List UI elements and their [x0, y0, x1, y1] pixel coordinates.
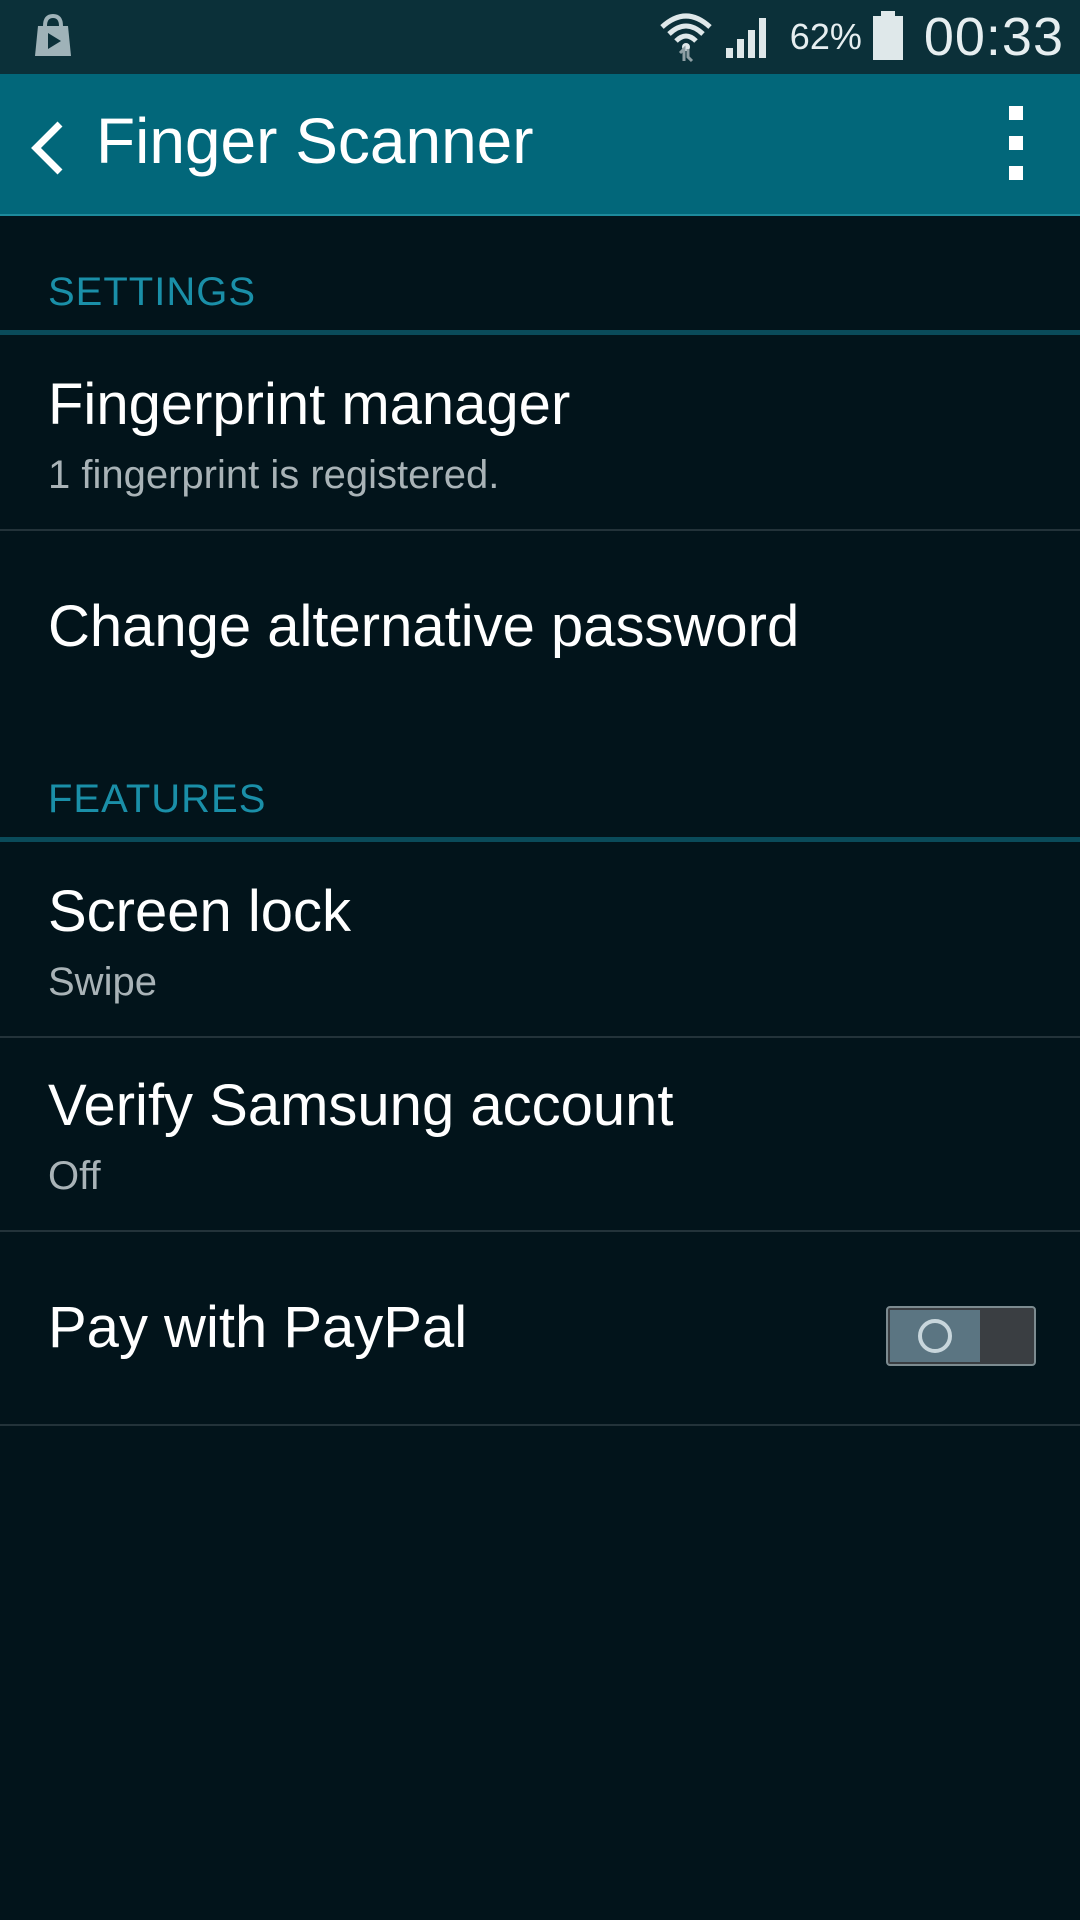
- wifi-icon: [658, 7, 714, 68]
- app-bar: Finger Scanner: [0, 74, 1080, 216]
- clock: 00:33: [923, 7, 1064, 67]
- section-label: SETTINGS: [48, 270, 257, 314]
- item-subtitle: Swipe: [48, 960, 157, 1004]
- item-subtitle: Off: [48, 1154, 101, 1198]
- item-title: Fingerprint manager: [48, 372, 571, 437]
- item-title: Verify Samsung account: [48, 1073, 674, 1138]
- section-header-features: FEATURES: [0, 721, 1080, 842]
- item-subtitle: 1 fingerprint is registered.: [48, 453, 500, 497]
- battery-icon: [872, 9, 904, 66]
- paypal-toggle-switch[interactable]: [886, 1306, 1036, 1366]
- item-title: Change alternative password: [48, 594, 800, 659]
- toggle-thumb: [890, 1310, 980, 1362]
- list-item-fingerprint-manager[interactable]: Fingerprint manager 1 fingerprint is reg…: [0, 335, 1080, 531]
- status-indicators: 62% 00:33: [658, 0, 1064, 74]
- page-title: Finger Scanner: [96, 105, 534, 177]
- overflow-menu-icon[interactable]: [1002, 106, 1030, 182]
- section-header-settings: SETTINGS: [0, 216, 1080, 335]
- list-item-verify-samsung-account[interactable]: Verify Samsung account Off: [0, 1038, 1080, 1232]
- list-item-pay-with-paypal[interactable]: Pay with PayPal: [0, 1232, 1080, 1426]
- back-chevron-icon[interactable]: [28, 118, 68, 183]
- play-store-icon: [28, 10, 78, 65]
- list-item-screen-lock[interactable]: Screen lock Swipe: [0, 842, 1080, 1038]
- toggle-off-icon: [918, 1319, 952, 1353]
- cellular-signal-icon: [724, 10, 774, 65]
- item-title: Screen lock: [48, 879, 352, 944]
- section-label: FEATURES: [48, 777, 267, 821]
- status-bar: 62% 00:33: [0, 0, 1080, 74]
- item-title: Pay with PayPal: [48, 1295, 468, 1360]
- battery-percent: 62%: [789, 16, 862, 57]
- list-item-change-alternative-password[interactable]: Change alternative password: [0, 531, 1080, 721]
